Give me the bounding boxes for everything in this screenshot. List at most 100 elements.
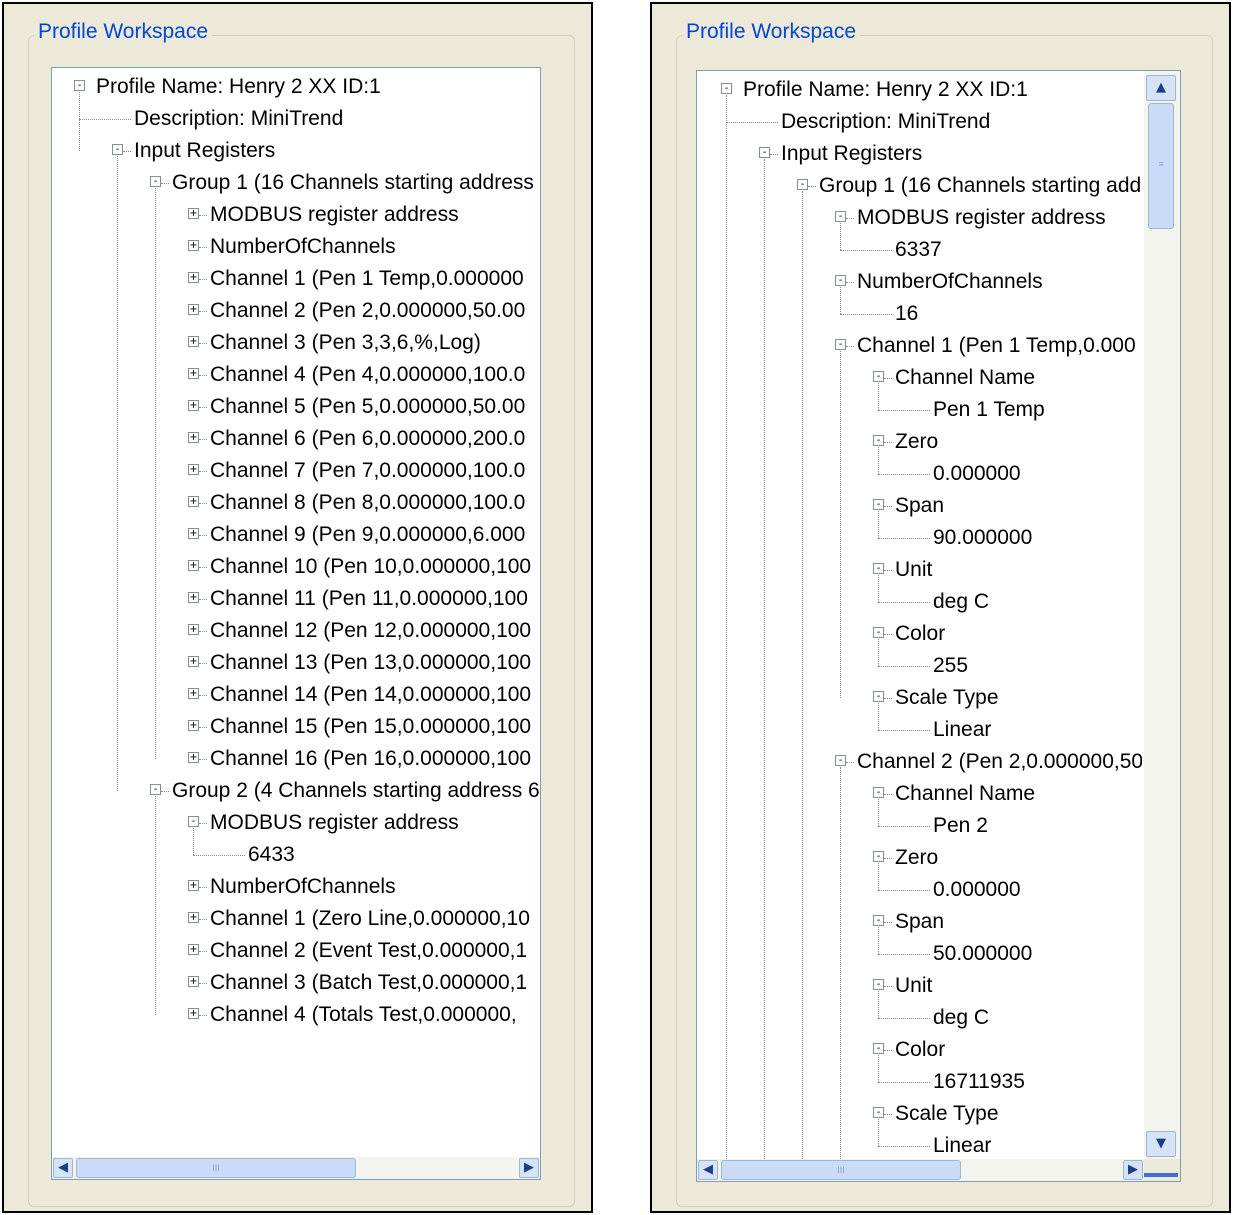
tree-connector (199, 247, 207, 248)
collapse-icon[interactable]: - (112, 144, 123, 155)
expand-icon[interactable]: + (188, 912, 199, 923)
scroll-right-button[interactable]: ▶ (519, 1158, 539, 1178)
expand-icon[interactable]: + (188, 528, 199, 539)
expand-icon[interactable]: + (188, 368, 199, 379)
expand-icon[interactable]: + (188, 400, 199, 411)
tree-connector (199, 1015, 207, 1016)
expand-icon[interactable]: + (188, 976, 199, 987)
profile-tree-view[interactable]: - Profile Name: Henry 2 XX ID:1 Descriptio… (51, 67, 541, 1180)
horizontal-scrollbar[interactable]: ◀ III ▶ (52, 1157, 540, 1179)
tree-connector (884, 442, 892, 443)
scroll-left-button[interactable]: ◀ (698, 1160, 718, 1180)
collapse-icon[interactable]: - (873, 627, 884, 638)
expand-icon[interactable]: + (188, 1008, 199, 1019)
tree-node-label: Channel 9 (Pen 9,0.000000,6.000 (210, 523, 526, 546)
collapse-icon[interactable]: - (873, 691, 884, 702)
scroll-right-button[interactable]: ▶ (1123, 1160, 1143, 1180)
tree-guide-line (726, 95, 727, 1159)
scroll-down-button[interactable]: ▼ (1146, 1131, 1176, 1157)
tree-connector (878, 1018, 930, 1019)
collapse-icon[interactable]: - (150, 784, 161, 795)
tree-connector (770, 154, 778, 155)
collapse-icon[interactable]: - (873, 435, 884, 446)
collapse-icon[interactable]: - (759, 147, 770, 158)
tree-node-label: Channel 8 (Pen 8,0.000000,100.0 (210, 491, 526, 514)
expand-icon[interactable]: + (188, 240, 199, 251)
tree-connector (884, 858, 892, 859)
tree-connector (199, 823, 207, 824)
collapse-icon[interactable]: - (873, 1043, 884, 1054)
tree-connector (199, 279, 207, 280)
tree-node-label: 50.000000 (933, 942, 1033, 965)
expand-icon[interactable]: + (188, 432, 199, 443)
expand-icon[interactable]: + (188, 688, 199, 699)
collapse-icon[interactable]: - (835, 211, 846, 222)
collapse-icon[interactable]: - (873, 1107, 884, 1118)
collapse-icon[interactable]: - (150, 176, 161, 187)
expand-icon[interactable]: + (188, 656, 199, 667)
scroll-up-button[interactable]: ▲ (1146, 75, 1176, 101)
expand-icon[interactable]: + (188, 272, 199, 283)
tree-node-label: Channel 13 (Pen 13,0.000000,100 (210, 651, 532, 674)
collapse-icon[interactable]: - (873, 851, 884, 862)
tree-connector (199, 951, 207, 952)
collapse-icon[interactable]: - (873, 371, 884, 382)
collapse-icon[interactable]: - (873, 915, 884, 926)
tree-node-label: Channel 2 (Event Test,0.000000,1 (210, 939, 528, 962)
tree-connector (79, 119, 131, 120)
tree-connector (123, 151, 131, 152)
expand-icon[interactable]: + (188, 560, 199, 571)
tree-node-label: Channel 1 (Zero Line,0.000000,10 (210, 907, 530, 930)
expand-icon[interactable]: + (188, 624, 199, 635)
tree-connector (808, 186, 816, 187)
tree-connector (878, 826, 930, 827)
tree-guide-line (878, 511, 879, 538)
tree-node-label: NumberOfChannels (857, 270, 1043, 293)
profile-tree-view[interactable]: - Profile Name: Henry 2 XX ID:1 Descriptio… (696, 70, 1181, 1182)
tree-connector (878, 474, 930, 475)
expand-icon[interactable]: + (188, 464, 199, 475)
collapse-icon[interactable]: - (797, 179, 808, 190)
expand-icon[interactable]: + (188, 336, 199, 347)
tree-connector (199, 375, 207, 376)
tree-node-label: Channel 2 (Pen 2,0.000000,50.00 (210, 299, 526, 322)
expand-icon[interactable]: + (188, 592, 199, 603)
collapse-icon[interactable]: - (873, 499, 884, 510)
collapse-icon[interactable]: - (721, 83, 732, 94)
expand-icon[interactable]: + (188, 880, 199, 891)
expand-icon[interactable]: + (188, 720, 199, 731)
tree-guide-line (878, 703, 879, 730)
tree-node-label: Channel 1 (Pen 1 Temp,0.000 (857, 334, 1136, 357)
horizontal-scrollbar[interactable]: ◀ III ▶ (697, 1159, 1144, 1181)
tree-guide-line (878, 575, 879, 602)
horizontal-scroll-thumb[interactable]: III (76, 1158, 356, 1178)
tree-guide-line (878, 863, 879, 890)
expand-icon[interactable]: + (188, 752, 199, 763)
vertical-scrollbar[interactable]: ▲ ≡ ▼ (1144, 71, 1180, 1159)
tree-connector (846, 218, 854, 219)
tree-connector (878, 1146, 930, 1147)
collapse-icon[interactable]: - (835, 275, 846, 286)
collapse-icon[interactable]: - (873, 563, 884, 574)
tree-node-label: Group 2 (4 Channels starting address 6 (172, 779, 540, 802)
tree-node-label: Linear (933, 1134, 992, 1157)
horizontal-scroll-thumb[interactable]: III (721, 1160, 961, 1180)
collapse-icon[interactable]: - (835, 755, 846, 766)
tree-connector (199, 759, 207, 760)
tree-node-label: Channel Name (895, 366, 1036, 389)
tree-guide-line (840, 351, 841, 698)
scroll-left-button[interactable]: ◀ (53, 1158, 73, 1178)
expand-icon[interactable]: + (188, 208, 199, 219)
collapse-icon[interactable]: - (873, 787, 884, 798)
collapse-icon[interactable]: - (188, 816, 199, 827)
vertical-scroll-thumb[interactable]: ≡ (1148, 103, 1174, 229)
tree-node-label: Input Registers (134, 139, 276, 162)
collapse-icon[interactable]: - (835, 339, 846, 350)
collapse-icon[interactable]: - (74, 80, 85, 91)
collapse-icon[interactable]: - (873, 979, 884, 990)
tree-node-label: Channel 16 (Pen 16,0.000000,100 (210, 747, 532, 770)
expand-icon[interactable]: + (188, 496, 199, 507)
expand-icon[interactable]: + (188, 304, 199, 315)
tree-connector (878, 538, 930, 539)
expand-icon[interactable]: + (188, 944, 199, 955)
